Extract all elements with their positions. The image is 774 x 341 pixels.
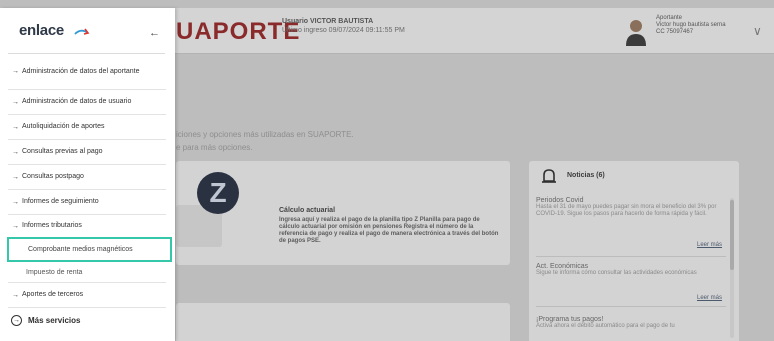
menu-item-admin-usuario[interactable]: → Administración de datos de usuario: [8, 90, 166, 115]
news-scroll-thumb[interactable]: [730, 200, 734, 270]
last-login: Último ingreso 09/07/2024 09:11:55 PM: [282, 27, 405, 34]
menu-item-consultas-postpago[interactable]: → Consultas postpago: [8, 165, 166, 190]
news-item[interactable]: Periodos Covid Hasta el 31 de mayo puede…: [536, 197, 726, 257]
avatar-icon[interactable]: [623, 16, 649, 46]
circle-arrow-right-icon: →: [11, 315, 22, 326]
news-item[interactable]: Act. Económicas Sigue te informa cómo co…: [536, 263, 726, 307]
arrow-right-icon: →: [12, 198, 19, 206]
menu-item-label: Administración de datos del aportante: [22, 67, 140, 75]
menu-item-label: Informes de seguimiento: [22, 198, 99, 205]
profile-name: Victor hugo bautista serna: [656, 22, 726, 28]
news-item-title: Act. Económicas: [536, 263, 589, 270]
read-more-link[interactable]: Leer más: [697, 295, 722, 301]
news-item-text: Hasta el 31 de mayo puedes pagar sin mor…: [536, 204, 717, 217]
enlace-logo: enlace: [19, 22, 64, 39]
user-name: Usuario VICTOR BAUTISTA: [282, 18, 374, 25]
news-item-text: Sigue te informa cómo consultar las acti…: [536, 270, 697, 276]
screen: UAPORTE Usuario VICTOR BAUTISTA Último i…: [0, 0, 774, 341]
menu-item-label: Administración de datos de usuario: [22, 98, 132, 105]
profile-info[interactable]: Aportante Victor hugo bautista serna CC …: [656, 15, 761, 36]
menu-item-label: Informes tributarios: [22, 222, 82, 229]
news-item[interactable]: ¡Programa tus pagos! Activa ahora el déb…: [536, 316, 726, 341]
arrow-right-icon: →: [12, 148, 19, 156]
news-item-title: Periodos Covid: [536, 197, 584, 204]
profile-role: Aportante: [656, 15, 683, 21]
arrow-right-icon: →: [12, 68, 19, 75]
menu-item-label: Autoliquidación de aportes: [22, 123, 105, 130]
menu-item-label: Consultas postpago: [22, 173, 84, 180]
card-title: Cálculo actuarial: [279, 207, 336, 214]
submenu-item-impuesto-renta[interactable]: Impuesto de renta: [8, 262, 166, 283]
arrow-right-icon: →: [12, 291, 19, 299]
menu-item-aportes-terceros[interactable]: → Aportes de terceros: [8, 283, 166, 308]
more-services-button[interactable]: → Más servicios: [8, 308, 166, 333]
submenu-item-comprobante-medios-magneticos[interactable]: Comprobante medios magnéticos: [7, 237, 172, 262]
more-services-label: Más servicios: [28, 316, 81, 325]
planilla-z-icon: Z: [197, 172, 239, 214]
menu-item-label: Aportes de terceros: [22, 291, 84, 298]
news-title: Noticias (6): [567, 172, 605, 179]
menu-item-informes-seguimiento[interactable]: → Informes de seguimiento: [8, 190, 166, 215]
profile-id: CC 75097467: [656, 29, 694, 35]
intro-text: iciones y opciones más utilizadas en SUA…: [176, 128, 354, 154]
arrow-right-icon: →: [12, 98, 19, 106]
card-body: Ingresa aquí y realiza el pago de la pla…: [279, 217, 499, 244]
arrow-left-icon[interactable]: ←: [149, 27, 160, 39]
intro-line-2: e para más opciones.: [176, 143, 253, 152]
service-card-2[interactable]: [176, 303, 510, 341]
arrow-right-icon: →: [12, 222, 19, 230]
chevron-down-icon[interactable]: ∨: [753, 24, 762, 38]
arrow-right-icon: →: [12, 173, 19, 181]
news-item-text: Activa ahora el débito automático para e…: [536, 323, 675, 329]
menu-item-label: Consultas previas al pago: [22, 148, 103, 155]
news-item-title: ¡Programa tus pagos!: [536, 316, 604, 323]
logo-mark-icon: [74, 28, 90, 35]
menu-item-autoliquidacion[interactable]: → Autoliquidación de aportes: [8, 115, 166, 140]
sidebar-menu: enlace ← → Administración de datos del a…: [0, 8, 175, 341]
menu-item-informes-tributarios[interactable]: → Informes tributarios: [8, 215, 166, 237]
read-more-link[interactable]: Leer más: [697, 242, 722, 248]
user-info: Usuario VICTOR BAUTISTA Último ingreso 0…: [282, 17, 405, 35]
intro-line-1: iciones y opciones más utilizadas en SUA…: [176, 130, 354, 139]
bell-icon: [542, 169, 556, 183]
menu-item-consultas-previas[interactable]: → Consultas previas al pago: [8, 140, 166, 165]
menu-list: → Administración de datos del aportante …: [7, 54, 172, 333]
menu-item-admin-aportante[interactable]: → Administración de datos del aportante: [8, 54, 166, 90]
arrow-right-icon: →: [12, 123, 19, 131]
